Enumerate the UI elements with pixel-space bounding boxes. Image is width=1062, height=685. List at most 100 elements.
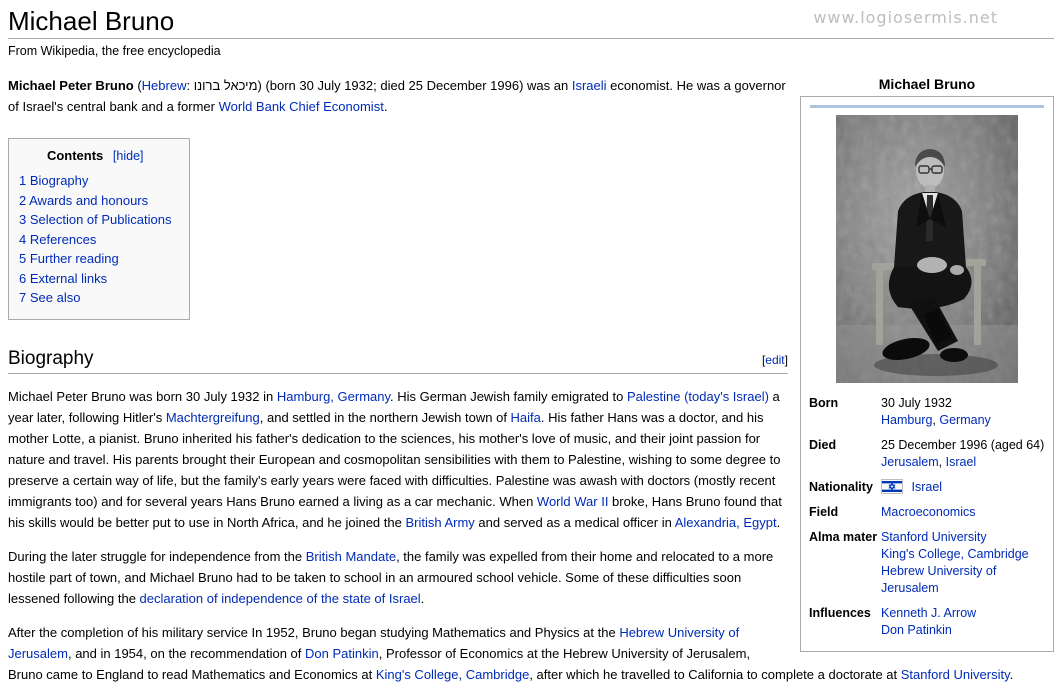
text-run: (	[133, 78, 142, 93]
infobox-row-label: Born	[809, 396, 839, 410]
infobox-rows: Born 30 July 1932 Hamburg, Germany Died 25 D…	[807, 391, 1047, 643]
bold-text: Michael Peter Bruno	[8, 78, 134, 93]
toc-item[interactable]: 7 See also	[19, 290, 80, 305]
infobox-value-line: Hebrew University of Jerusalem	[881, 563, 1045, 597]
text-run: 30 July 1932	[881, 396, 952, 410]
text-run: , after which he travelled to California…	[529, 666, 901, 682]
infobox-row: Field Macroeconomics	[807, 500, 1047, 525]
infobox-row-label: Influences	[809, 606, 871, 620]
wikipedia-article-page: www.logiosermis.net Michael Bruno From W…	[0, 0, 1062, 685]
wiki-link[interactable]: Hebrew	[142, 78, 187, 93]
infobox-row-value: 30 July 1932 Hamburg, Germany	[881, 395, 1045, 429]
toc-entry: 4 References	[19, 230, 171, 250]
wiki-link[interactable]: Kenneth J. Arrow	[881, 606, 976, 620]
wiki-link[interactable]: World Bank Chief Economist	[219, 99, 384, 114]
portrait-photo	[836, 115, 1018, 383]
wiki-link[interactable]: Stanford University	[881, 530, 987, 544]
infobox-value-line: Jerusalem, Israel	[881, 454, 1045, 471]
wiki-link[interactable]: Israel	[946, 455, 977, 469]
wiki-link[interactable]: Hebrew University of Jerusalem	[881, 564, 996, 595]
biography-heading: [edit] Biography	[8, 348, 788, 374]
toc-list: 1 Biography 2 Awards and honours 3 Selecti…	[19, 171, 171, 308]
infobox-accent-bar	[810, 105, 1044, 108]
wiki-link[interactable]: British Army	[405, 515, 474, 530]
edit-bracket-close: ]	[784, 352, 788, 367]
text-run: , and settled in the northern Jewish tow…	[259, 409, 511, 425]
wiki-link[interactable]: Israel	[911, 480, 942, 494]
text-run: and served as a medical officer in	[474, 514, 675, 530]
toc-item[interactable]: 6 External links	[19, 271, 107, 286]
infobox-row-label: Nationality	[809, 480, 873, 494]
toc-item[interactable]: 4 References	[19, 232, 96, 247]
israel-flag-icon	[881, 479, 903, 494]
infobox-value-line: Stanford University	[881, 529, 1045, 546]
text-run: Michael Peter Bruno was born 30 July 193…	[8, 388, 277, 404]
toc-entry: 6 External links	[19, 269, 171, 289]
infobox-value-line: Israel	[881, 479, 1045, 496]
wiki-link[interactable]: King's College, Cambridge	[881, 547, 1029, 561]
infobox-row-label: Died	[809, 438, 837, 452]
toc-item[interactable]: 5 Further reading	[19, 251, 119, 266]
toc-item[interactable]: 3 Selection of Publications	[19, 212, 171, 227]
infobox-row-value: Israel	[881, 479, 1045, 496]
text-run: ,	[938, 455, 946, 469]
infobox-row: Alma mater Stanford University King's Coll…	[807, 525, 1047, 601]
infobox-row: Born 30 July 1932 Hamburg, Germany	[807, 391, 1047, 433]
wiki-link[interactable]: Stanford University	[901, 667, 1010, 682]
wiki-link[interactable]: Israeli	[572, 78, 607, 93]
wiki-link[interactable]: Jerusalem	[881, 455, 939, 469]
edit-link[interactable]: edit	[765, 353, 784, 367]
toc-entry: 7 See also	[19, 288, 171, 308]
wiki-link[interactable]: World War II	[537, 494, 609, 509]
infobox-row-value: Stanford University King's College, Cambr…	[881, 529, 1045, 597]
infobox-row-value: Kenneth J. Arrow Don Patinkin	[881, 605, 1045, 639]
infobox-value-line: Hamburg, Germany	[881, 412, 1045, 429]
table-of-contents: Contents [hide] 1 Biography 2 Awards and …	[8, 138, 191, 320]
infobox-title: Michael Bruno	[878, 76, 976, 92]
wiki-link[interactable]: Germany	[939, 413, 990, 427]
toc-item[interactable]: 2 Awards and honours	[19, 193, 148, 208]
wiki-link[interactable]: Don Patinkin	[305, 646, 379, 661]
toc-title: Contents	[46, 148, 104, 163]
edit-section: [edit]	[762, 353, 788, 367]
toc-entry: 3 Selection of Publications	[19, 210, 171, 230]
text-run: . His German Jewish family emigrated to	[390, 388, 627, 404]
text-run: , and in 1954, on the recommendation of	[67, 645, 306, 661]
wiki-link[interactable]: Don Patinkin	[881, 623, 952, 637]
infobox: Michael Bruno Born 30 July 1932 Hamburg,…	[800, 75, 1054, 652]
wiki-link[interactable]: Hamburg	[881, 413, 932, 427]
wiki-link[interactable]: Machtergreifung	[166, 410, 260, 425]
infobox-row-label: Field	[809, 505, 839, 519]
toc-entry: 1 Biography	[19, 171, 171, 191]
wiki-link[interactable]: Palestine (today's Israel)	[627, 389, 769, 404]
text-run: .	[1009, 666, 1014, 682]
text-run: .	[383, 99, 388, 114]
infobox-value-line: Don Patinkin	[881, 622, 1045, 639]
infobox-row-value: 25 December 1996 (aged 64) Jerusalem, Isr…	[881, 437, 1045, 471]
wiki-link[interactable]: King's College, Cambridge	[376, 667, 530, 682]
text-run: After the completion of his military ser…	[8, 624, 620, 640]
wiki-link[interactable]: British Mandate	[306, 549, 396, 564]
toc-item[interactable]: 1 Biography	[19, 173, 88, 188]
infobox-row-label: Alma mater	[809, 530, 878, 544]
infobox-value-line: Kenneth J. Arrow	[881, 605, 1045, 622]
toc-header: Contents [hide]	[19, 148, 171, 163]
text-run: : מיכאל ברונו‎) (born 30 July 1932; died…	[186, 78, 572, 93]
toc-hide-toggle[interactable]: [hide]	[113, 149, 144, 163]
infobox-value-line: King's College, Cambridge	[881, 546, 1045, 563]
wiki-link[interactable]: Haifa	[511, 410, 541, 425]
site-tagline: From Wikipedia, the free encyclopedia	[8, 44, 221, 58]
text-run: .	[776, 514, 781, 530]
infobox-row: Died 25 December 1996 (aged 64) Jerusalem,…	[807, 433, 1047, 475]
watermark: www.logiosermis.net	[813, 8, 998, 27]
text-run: 25 December 1996 (aged 64)	[881, 438, 1045, 452]
infobox-value-line: 25 December 1996 (aged 64)	[881, 437, 1045, 454]
wiki-link[interactable]: Macroeconomics	[881, 505, 975, 519]
toc-entry: 5 Further reading	[19, 249, 171, 269]
wiki-link[interactable]: Alexandria, Egypt	[675, 515, 777, 530]
wiki-link[interactable]: Hamburg, Germany	[277, 389, 390, 404]
wiki-link[interactable]: declaration of independence of the state…	[140, 591, 421, 606]
biography-heading-text: Biography	[8, 347, 94, 369]
infobox-row: Nationality Israel	[807, 475, 1047, 500]
article-content: Michael Bruno Born 30 July 1932 Hamburg,…	[8, 75, 1054, 685]
